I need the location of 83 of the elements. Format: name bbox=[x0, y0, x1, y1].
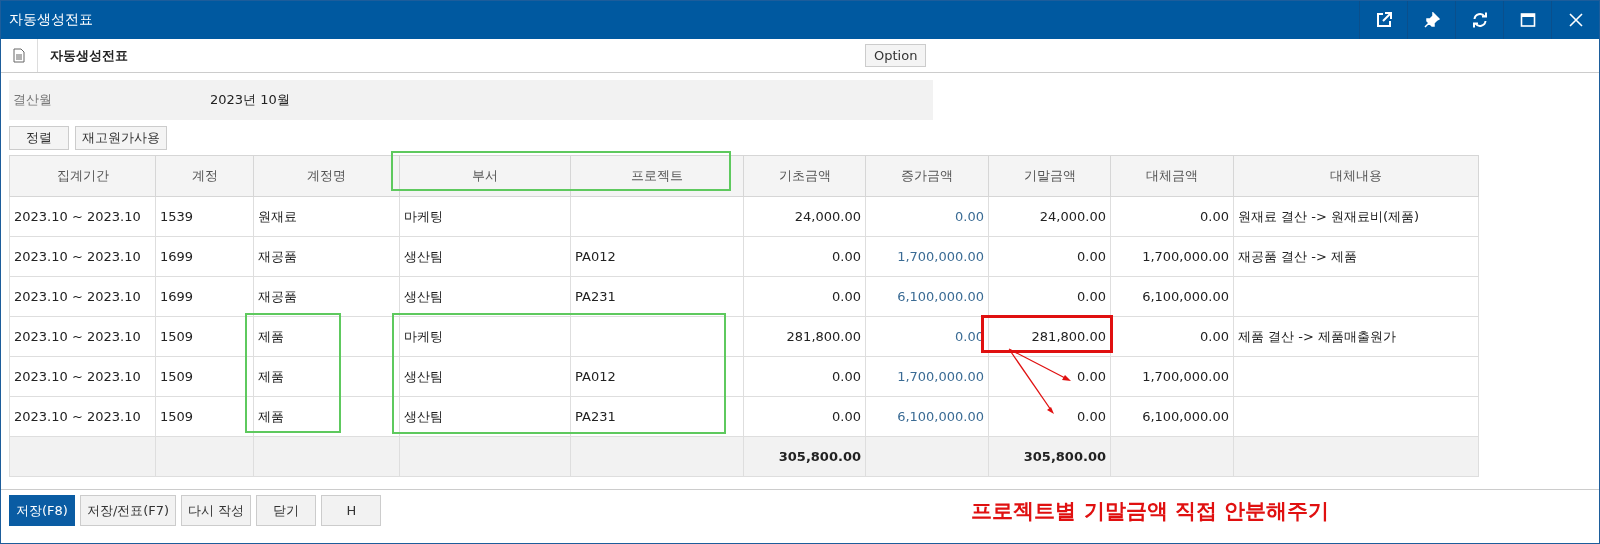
column-header[interactable]: 계정명 bbox=[253, 155, 400, 197]
table-cell: 1,700,000.00 bbox=[1110, 236, 1234, 277]
table-cell: 0.00 bbox=[743, 396, 866, 437]
column-header[interactable]: 프로젝트 bbox=[570, 155, 744, 197]
table-cell: 1,700,000.00 bbox=[865, 356, 989, 397]
table-cell: 1509 bbox=[155, 396, 254, 437]
action-button[interactable]: 저장(F8) bbox=[9, 495, 75, 526]
table-cell: 원재료 bbox=[253, 196, 400, 237]
arrow-annotation bbox=[1008, 348, 1071, 414]
annotation-text: 프로젝트별 기말금액 직접 안분해주기 bbox=[971, 497, 1330, 525]
table-cell: 제품 bbox=[253, 396, 400, 437]
toolbar-button[interactable]: 재고원가사용 bbox=[75, 126, 167, 150]
total-cell: 305,800.00 bbox=[743, 436, 866, 477]
table-cell: 1,700,000.00 bbox=[1110, 356, 1234, 397]
table-cell: 0.00 bbox=[743, 236, 866, 277]
action-button[interactable]: 다시 작성 bbox=[181, 495, 252, 526]
column-header[interactable]: 대체내용 bbox=[1233, 155, 1479, 197]
action-button[interactable]: 닫기 bbox=[256, 495, 317, 526]
close-icon bbox=[1567, 12, 1584, 28]
table-cell: 6,100,000.00 bbox=[865, 276, 989, 317]
table-cell: PA231 bbox=[570, 396, 744, 437]
table-cell: 2023.10 ~ 2023.10 bbox=[9, 236, 156, 277]
table-cell: 1509 bbox=[155, 316, 254, 357]
table-cell: 281,800.00 bbox=[743, 316, 866, 357]
table-cell: 2023.10 ~ 2023.10 bbox=[9, 316, 156, 357]
table-cell: 생산팀 bbox=[399, 276, 571, 317]
table-cell: 생산팀 bbox=[399, 236, 571, 277]
table-cell: 0.00 bbox=[988, 236, 1111, 277]
table-cell: 24,000.00 bbox=[743, 196, 866, 237]
table-cell: PA012 bbox=[570, 356, 744, 397]
table-cell: 1539 bbox=[155, 196, 254, 237]
table-cell: PA231 bbox=[570, 276, 744, 317]
document-icon bbox=[13, 48, 25, 63]
field-label: 결산월 bbox=[12, 91, 53, 109]
table-cell: 0.00 bbox=[865, 196, 989, 237]
table-cell: 재공품 bbox=[253, 236, 400, 277]
refresh-icon bbox=[1471, 12, 1488, 28]
table-cell: 제품 bbox=[253, 316, 400, 357]
table-cell: 0.00 bbox=[743, 276, 866, 317]
table-cell: 제품 bbox=[253, 356, 400, 397]
column-header[interactable]: 기말금액 bbox=[988, 155, 1111, 197]
total-cell: 305,800.00 bbox=[988, 436, 1111, 477]
table-cell: 0.00 bbox=[1110, 196, 1234, 237]
table-cell: 2023.10 ~ 2023.10 bbox=[9, 396, 156, 437]
action-button[interactable]: 저장/전표(F7) bbox=[79, 495, 177, 526]
action-button[interactable]: H bbox=[321, 495, 382, 526]
table-cell: 원재료 결산 -> 원재료비(제품) bbox=[1233, 196, 1479, 237]
table-cell: 1699 bbox=[155, 236, 254, 277]
table-cell: PA012 bbox=[570, 236, 744, 277]
table-cell: 재공품 결산 -> 제품 bbox=[1233, 236, 1479, 277]
table-cell: 0.00 bbox=[743, 356, 866, 397]
column-header[interactable]: 기초금액 bbox=[743, 155, 866, 197]
window-title: 자동생성전표 bbox=[8, 11, 93, 29]
option-button[interactable]: Option bbox=[865, 44, 927, 67]
table-cell: 6,100,000.00 bbox=[1110, 396, 1234, 437]
table-cell: 마케팅 bbox=[399, 316, 571, 357]
table-cell: 생산팀 bbox=[399, 356, 571, 397]
table-cell: 1,700,000.00 bbox=[865, 236, 989, 277]
column-header[interactable]: 증가금액 bbox=[865, 155, 989, 197]
table-cell: 2023.10 ~ 2023.10 bbox=[9, 196, 156, 237]
column-header[interactable]: 대체금액 bbox=[1110, 155, 1234, 197]
toolbar-button[interactable]: 정렬 bbox=[9, 126, 69, 150]
table-cell: 재공품 bbox=[253, 276, 400, 317]
table-cell: 제품 결산 -> 제품매출원가 bbox=[1233, 316, 1479, 357]
table-cell: 2023.10 ~ 2023.10 bbox=[9, 356, 156, 397]
table-cell: 생산팀 bbox=[399, 396, 571, 437]
table-cell: 6,100,000.00 bbox=[865, 396, 989, 437]
table-cell: 2023.10 ~ 2023.10 bbox=[9, 276, 156, 317]
table-cell: 24,000.00 bbox=[988, 196, 1111, 237]
maximize-icon bbox=[1519, 12, 1536, 28]
table-cell: 6,100,000.00 bbox=[1110, 276, 1234, 317]
page-title: 자동생성전표 bbox=[49, 46, 129, 65]
column-header[interactable]: 부서 bbox=[399, 155, 571, 197]
pin-icon bbox=[1423, 12, 1440, 28]
column-header[interactable]: 집계기간 bbox=[9, 155, 156, 197]
table-cell: 0.00 bbox=[1110, 316, 1234, 357]
field-value: 2023년 10월 bbox=[210, 91, 290, 109]
table-cell: 마케팅 bbox=[399, 196, 571, 237]
external-link-icon bbox=[1375, 12, 1392, 28]
table-cell: 1509 bbox=[155, 356, 254, 397]
table-cell: 1699 bbox=[155, 276, 254, 317]
column-header[interactable]: 계정 bbox=[155, 155, 254, 197]
table-cell: 0.00 bbox=[988, 396, 1111, 437]
